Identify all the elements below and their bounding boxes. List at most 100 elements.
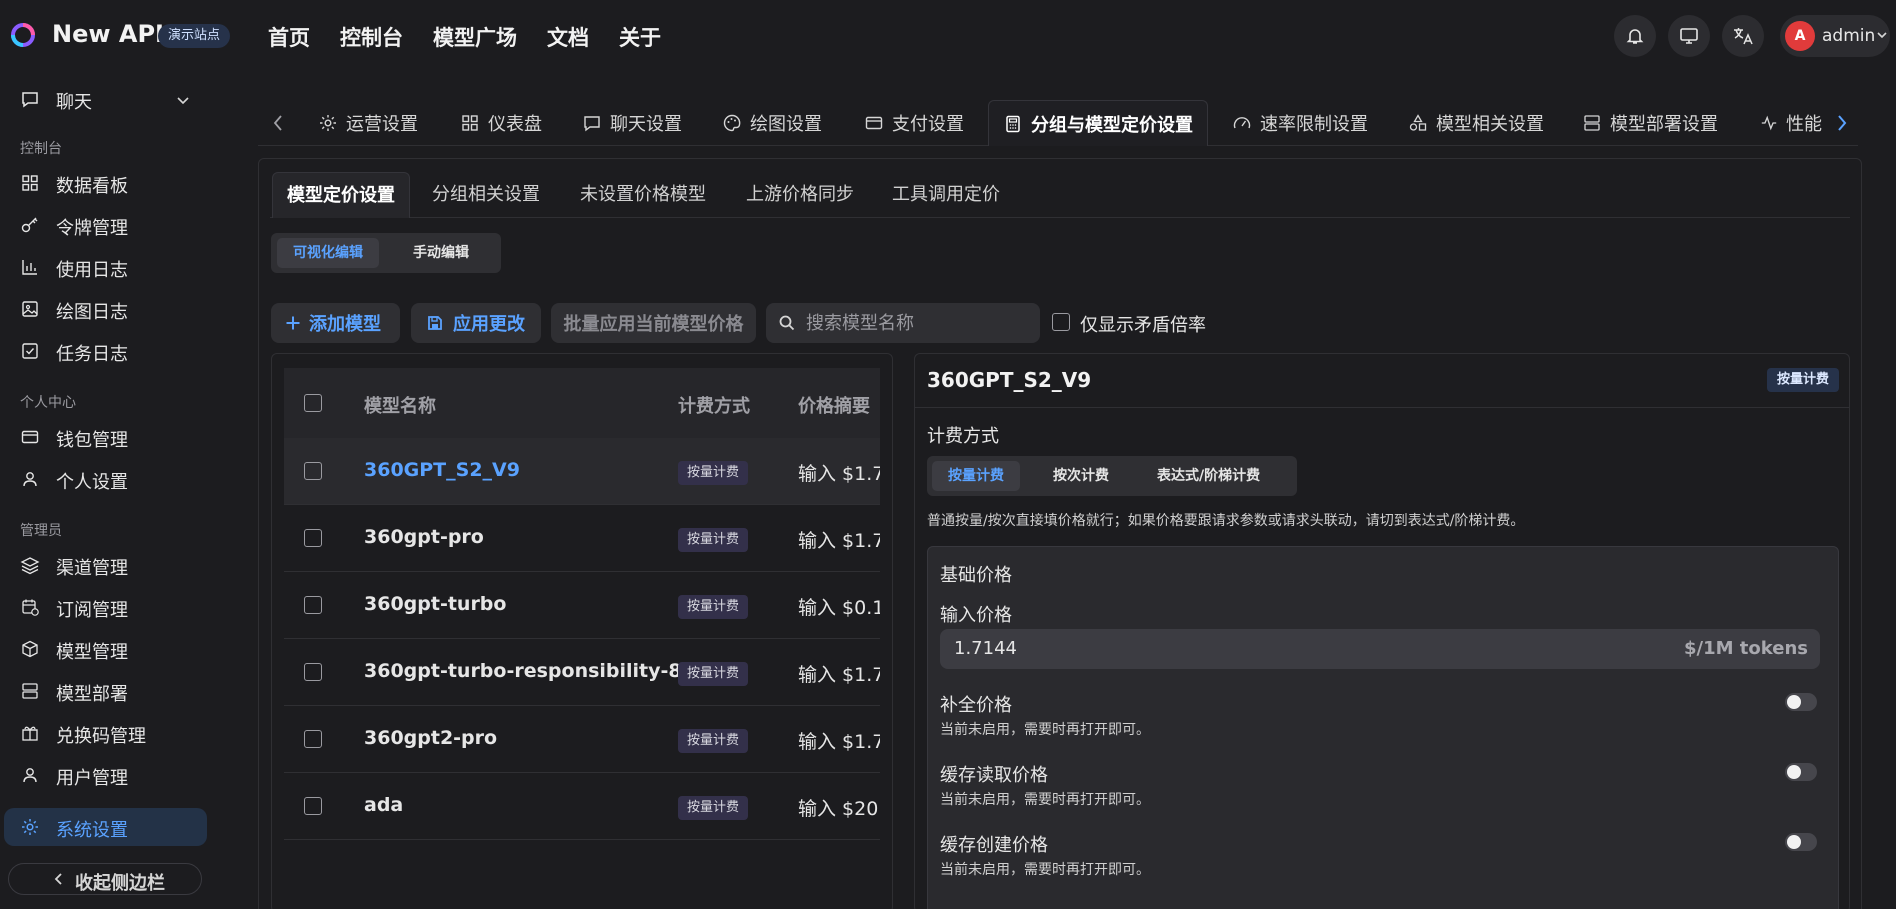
logo-icon	[11, 23, 35, 47]
top-nav: 首页 控制台 模型广场 文档 关于	[268, 22, 661, 52]
tab-model-deploy-settings[interactable]: 模型部署设置	[1582, 100, 1718, 146]
subtab-tool-call-pricing[interactable]: 工具调用定价	[892, 172, 1000, 218]
tab-dashboard[interactable]: 仪表盘	[460, 100, 542, 146]
monitor-icon	[1680, 28, 1698, 44]
nav-model-plaza[interactable]: 模型广场	[433, 22, 517, 52]
search-input[interactable]	[806, 308, 1031, 338]
image-icon	[22, 301, 38, 317]
calendar-clock-icon	[22, 599, 39, 616]
sidebar-item-label: 聊天	[56, 92, 92, 113]
billing-expression-button[interactable]: 表达式/阶梯计费	[1141, 461, 1276, 491]
user-menu[interactable]: A admin	[1780, 15, 1890, 57]
apply-changes-button[interactable]: 应用更改	[411, 303, 541, 343]
table-row[interactable]: 360gpt2-pro 按量计费 输入 $1.71	[284, 706, 880, 773]
sidebar-item-label: 令牌管理	[56, 218, 128, 239]
cache-read-price-toggle[interactable]	[1785, 763, 1817, 781]
section-personal: 个人中心	[20, 395, 76, 411]
sidebar-item-dashboard[interactable]: 数据看板	[4, 164, 207, 202]
nav-home[interactable]: 首页	[268, 22, 310, 52]
billing-hint: 普通按量/按次直接填价格就行；如果价格要跟请求参数或请求头联动，请切到表达式/阶…	[927, 513, 1525, 529]
nav-docs[interactable]: 文档	[547, 22, 589, 52]
sidebar-item-profile[interactable]: 个人设置	[4, 460, 207, 498]
billing-method-label: 计费方式	[927, 426, 999, 447]
table-row[interactable]: 360gpt-turbo 按量计费 输入 $0.17	[284, 572, 880, 639]
edit-mode-toggle: 可视化编辑 手动编辑	[271, 233, 501, 273]
sidebar-item-redeem-codes[interactable]: 兑换码管理	[4, 714, 207, 752]
tab-group-model-pricing[interactable]: 分组与模型定价设置	[988, 100, 1208, 146]
conflict-only-checkbox[interactable]	[1052, 313, 1070, 331]
add-model-button[interactable]: 添加模型	[271, 303, 400, 343]
visual-edit-button[interactable]: 可视化编辑	[277, 238, 379, 268]
plus-icon	[286, 316, 300, 330]
subtab-group-settings[interactable]: 分组相关设置	[432, 172, 540, 218]
notifications-button[interactable]	[1614, 15, 1656, 57]
brand-name[interactable]: New API	[52, 20, 164, 48]
sidebar-item-tokens[interactable]: 令牌管理	[4, 206, 207, 244]
select-all-checkbox[interactable]	[304, 394, 322, 412]
sidebar-item-subscriptions[interactable]: 订阅管理	[4, 588, 207, 626]
row-checkbox[interactable]	[304, 529, 322, 547]
completion-price-label: 补全价格	[940, 695, 1012, 716]
sidebar-item-chat[interactable]: 聊天	[4, 80, 207, 118]
sidebar-item-wallet[interactable]: 钱包管理	[4, 418, 207, 456]
sidebar-item-label: 模型管理	[56, 642, 128, 663]
collapse-sidebar-button[interactable]: 收起侧边栏	[8, 863, 202, 895]
sidebar-item-users[interactable]: 用户管理	[4, 756, 207, 794]
table-row[interactable]: 360gpt-pro 按量计费 输入 $1.71	[284, 505, 880, 572]
tab-rate-limit[interactable]: 速率限制设置	[1232, 100, 1368, 146]
tab-drawing-settings[interactable]: 绘图设置	[722, 100, 822, 146]
grid-icon	[462, 115, 478, 131]
batch-apply-button[interactable]: 批量应用当前模型价格	[551, 303, 756, 343]
grid-icon	[22, 175, 38, 191]
sidebar-item-system-settings[interactable]: 系统设置	[4, 808, 207, 846]
sidebar-item-model-deploy[interactable]: 模型部署	[4, 672, 207, 710]
tab-label: 模型部署设置	[1610, 114, 1718, 135]
gauge-icon	[1233, 117, 1251, 129]
gift-icon	[22, 726, 38, 741]
model-name: 360gpt2-pro	[364, 727, 498, 749]
subtab-unpriced-models[interactable]: 未设置价格模型	[580, 172, 706, 218]
language-button[interactable]	[1722, 15, 1764, 57]
row-checkbox[interactable]	[304, 730, 322, 748]
sidebar-item-task-logs[interactable]: 任务日志	[4, 332, 207, 370]
tab-operations[interactable]: 运营设置	[318, 100, 418, 146]
billing-per-call-button[interactable]: 按次计费	[1037, 461, 1125, 491]
tab-model-settings[interactable]: 模型相关设置	[1408, 100, 1544, 146]
completion-price-toggle[interactable]	[1785, 693, 1817, 711]
manual-edit-button[interactable]: 手动编辑	[397, 238, 485, 268]
user-name: admin	[1822, 26, 1876, 46]
chevron-down-icon	[1877, 32, 1887, 39]
tab-performance[interactable]: 性能	[1760, 100, 1822, 146]
chevron-right-icon[interactable]	[1836, 113, 1848, 133]
check-square-icon	[22, 343, 38, 359]
key-icon	[21, 217, 38, 233]
table-row[interactable]: ada 按量计费 输入 $20	[284, 773, 880, 840]
sidebar-item-drawing-logs[interactable]: 绘图日志	[4, 290, 207, 328]
tab-chat-settings[interactable]: 聊天设置	[582, 100, 682, 146]
nav-console[interactable]: 控制台	[340, 22, 403, 52]
cache-create-price-toggle[interactable]	[1785, 833, 1817, 851]
sidebar-item-label: 个人设置	[56, 472, 128, 493]
nav-about[interactable]: 关于	[619, 22, 661, 52]
sidebar-item-models[interactable]: 模型管理	[4, 630, 207, 668]
tab-payment-settings[interactable]: 支付设置	[864, 100, 964, 146]
chevron-left-icon[interactable]	[272, 113, 284, 133]
sidebar-item-label: 使用日志	[56, 260, 128, 281]
row-checkbox[interactable]	[304, 596, 322, 614]
table-row[interactable]: 360gpt-turbo-responsibility-8k 按量计费 输入 $…	[284, 639, 880, 706]
billing-per-token-button[interactable]: 按量计费	[932, 461, 1020, 491]
display-button[interactable]	[1668, 15, 1710, 57]
subtab-model-pricing[interactable]: 模型定价设置	[272, 172, 410, 218]
sidebar-item-label: 绘图日志	[56, 302, 128, 323]
row-checkbox[interactable]	[304, 462, 322, 480]
subtab-upstream-sync[interactable]: 上游价格同步	[746, 172, 854, 218]
input-price-field[interactable]: 1.7144 $/1M tokens	[940, 629, 1820, 669]
row-checkbox[interactable]	[304, 663, 322, 681]
sidebar-item-label: 系统设置	[56, 820, 128, 841]
sidebar-item-usage-logs[interactable]: 使用日志	[4, 248, 207, 286]
input-price-value: 1.7144	[954, 638, 1017, 659]
table-row[interactable]: 360GPT_S2_V9 按量计费 输入 $1.71	[284, 438, 880, 505]
user-icon	[23, 472, 37, 487]
sidebar-item-channels[interactable]: 渠道管理	[4, 546, 207, 584]
row-checkbox[interactable]	[304, 797, 322, 815]
